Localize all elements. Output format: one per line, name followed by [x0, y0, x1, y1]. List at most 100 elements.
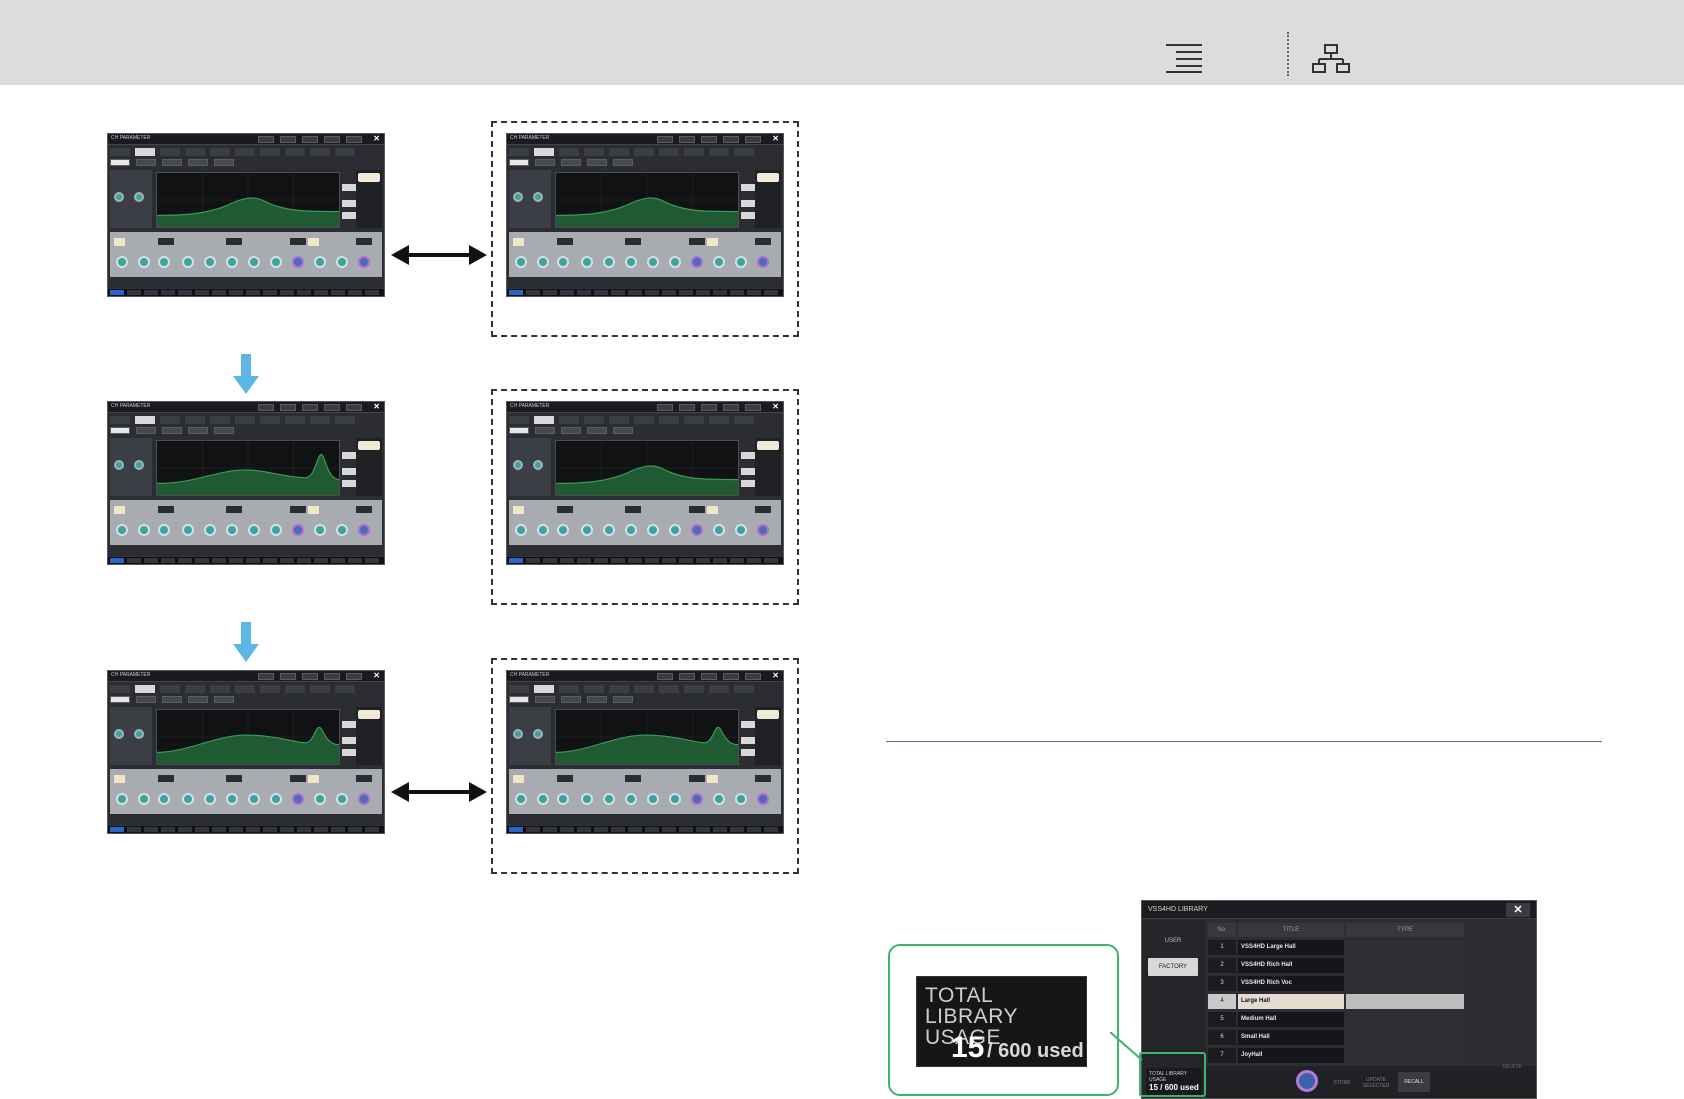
panel-tab[interactable]: [160, 416, 180, 424]
eq-knob-icon[interactable]: [557, 256, 569, 268]
channel-cell[interactable]: [526, 827, 540, 832]
channel-cell[interactable]: [212, 827, 226, 832]
panel-tab[interactable]: [135, 416, 155, 424]
toolbar-button[interactable]: [302, 136, 318, 143]
bypass-button[interactable]: [290, 775, 306, 782]
channel-cell[interactable]: [229, 827, 243, 832]
channel-cell[interactable]: [195, 290, 209, 295]
eq-knob-icon[interactable]: [226, 524, 238, 536]
eq-knob-icon[interactable]: [515, 793, 527, 805]
panel-tab[interactable]: [584, 148, 604, 156]
eq-knob-icon[interactable]: [647, 256, 659, 268]
table-row[interactable]: 3 VSS4HD Rich Voc: [1208, 975, 1470, 991]
panel-tab[interactable]: [609, 148, 629, 156]
toolbar-button[interactable]: [346, 673, 362, 680]
panel-tab[interactable]: [235, 148, 255, 156]
eq-knob-icon[interactable]: [625, 793, 637, 805]
toolbar-button[interactable]: [280, 673, 296, 680]
bypass-button[interactable]: [290, 506, 306, 513]
eq-knob-icon[interactable]: [669, 524, 681, 536]
hpf-knob-icon[interactable]: [114, 192, 124, 202]
eq-knob-icon[interactable]: [691, 256, 703, 268]
panel-tab[interactable]: [310, 148, 330, 156]
panel-subtab[interactable]: [136, 159, 156, 166]
panel-subtab[interactable]: [561, 427, 581, 434]
bypass-button[interactable]: [356, 775, 372, 782]
channel-cell[interactable]: [280, 290, 294, 295]
eq-knob-icon[interactable]: [138, 793, 150, 805]
panel-tab[interactable]: [709, 685, 729, 693]
panel-subtab[interactable]: [613, 159, 633, 166]
panel-subtab[interactable]: [188, 696, 208, 703]
panel-tab[interactable]: [509, 148, 529, 156]
close-icon[interactable]: ✕: [772, 402, 779, 411]
eq-graph[interactable]: [156, 172, 340, 228]
bypass-button[interactable]: [625, 238, 641, 245]
panel-tab[interactable]: [534, 685, 554, 693]
toolbar-button[interactable]: [258, 404, 274, 411]
hpf-knob-icon[interactable]: [114, 460, 124, 470]
eq-knob-icon[interactable]: [204, 256, 216, 268]
eq-knob-icon[interactable]: [757, 793, 769, 805]
lpf-knob-icon[interactable]: [533, 192, 543, 202]
toolbar-button[interactable]: [346, 404, 362, 411]
bypass-button[interactable]: [226, 775, 242, 782]
panel-subtab[interactable]: [613, 696, 633, 703]
panel-tab[interactable]: [709, 416, 729, 424]
eq-knob-icon[interactable]: [647, 524, 659, 536]
channel-cell[interactable]: [110, 827, 124, 832]
channel-cell[interactable]: [509, 290, 523, 295]
panel-subtab[interactable]: [214, 696, 234, 703]
panel-tab[interactable]: [135, 685, 155, 693]
channel-cell[interactable]: [730, 558, 744, 563]
channel-cell[interactable]: [696, 290, 710, 295]
channel-cell[interactable]: [713, 290, 727, 295]
eq-knob-icon[interactable]: [647, 793, 659, 805]
bypass-button[interactable]: [356, 506, 372, 513]
panel-subtab[interactable]: [613, 427, 633, 434]
channel-cell[interactable]: [577, 290, 591, 295]
panel-tab[interactable]: [210, 148, 230, 156]
toolbar-button[interactable]: [701, 136, 717, 143]
shelf-button[interactable]: [308, 238, 319, 246]
bypass-button[interactable]: [226, 506, 242, 513]
channel-cell[interactable]: [679, 558, 693, 563]
eq-knob-icon[interactable]: [603, 793, 615, 805]
eq-knob-icon[interactable]: [691, 524, 703, 536]
eq-knob-icon[interactable]: [158, 524, 170, 536]
eq-knob-icon[interactable]: [182, 524, 194, 536]
channel-cell[interactable]: [645, 558, 659, 563]
update-selected-button[interactable]: UPDATE SELECTED: [1360, 1072, 1392, 1092]
channel-cell[interactable]: [662, 827, 676, 832]
close-button[interactable]: ✕: [1506, 903, 1530, 917]
shelf-button[interactable]: [308, 506, 319, 514]
eq-graph[interactable]: [555, 440, 739, 496]
tab-factory[interactable]: FACTORY: [1148, 958, 1198, 976]
panel-tab[interactable]: [659, 416, 679, 424]
channel-cell[interactable]: [747, 558, 761, 563]
bypass-button[interactable]: [158, 775, 174, 782]
panel-tab[interactable]: [659, 685, 679, 693]
channel-cell[interactable]: [297, 827, 311, 832]
panel-tab[interactable]: [335, 148, 355, 156]
close-icon[interactable]: ✕: [772, 134, 779, 143]
close-icon[interactable]: ✕: [373, 671, 380, 680]
panel-subtab[interactable]: [561, 159, 581, 166]
channel-cell[interactable]: [178, 827, 192, 832]
panel-tab[interactable]: [260, 685, 280, 693]
eq-knob-icon[interactable]: [581, 793, 593, 805]
panel-tab[interactable]: [684, 416, 704, 424]
eq-on-button[interactable]: [757, 710, 779, 719]
eq-knob-icon[interactable]: [116, 793, 128, 805]
channel-cell[interactable]: [594, 290, 608, 295]
shelf-button[interactable]: [114, 238, 125, 246]
bypass-button[interactable]: [158, 506, 174, 513]
tab-user[interactable]: USER: [1148, 932, 1198, 950]
eq-knob-icon[interactable]: [515, 524, 527, 536]
shelf-button[interactable]: [513, 775, 524, 783]
panel-tab[interactable]: [235, 685, 255, 693]
panel-subtab[interactable]: [110, 159, 130, 166]
eq-on-button[interactable]: [358, 710, 380, 719]
panel-tab[interactable]: [734, 416, 754, 424]
panel-tab[interactable]: [684, 685, 704, 693]
